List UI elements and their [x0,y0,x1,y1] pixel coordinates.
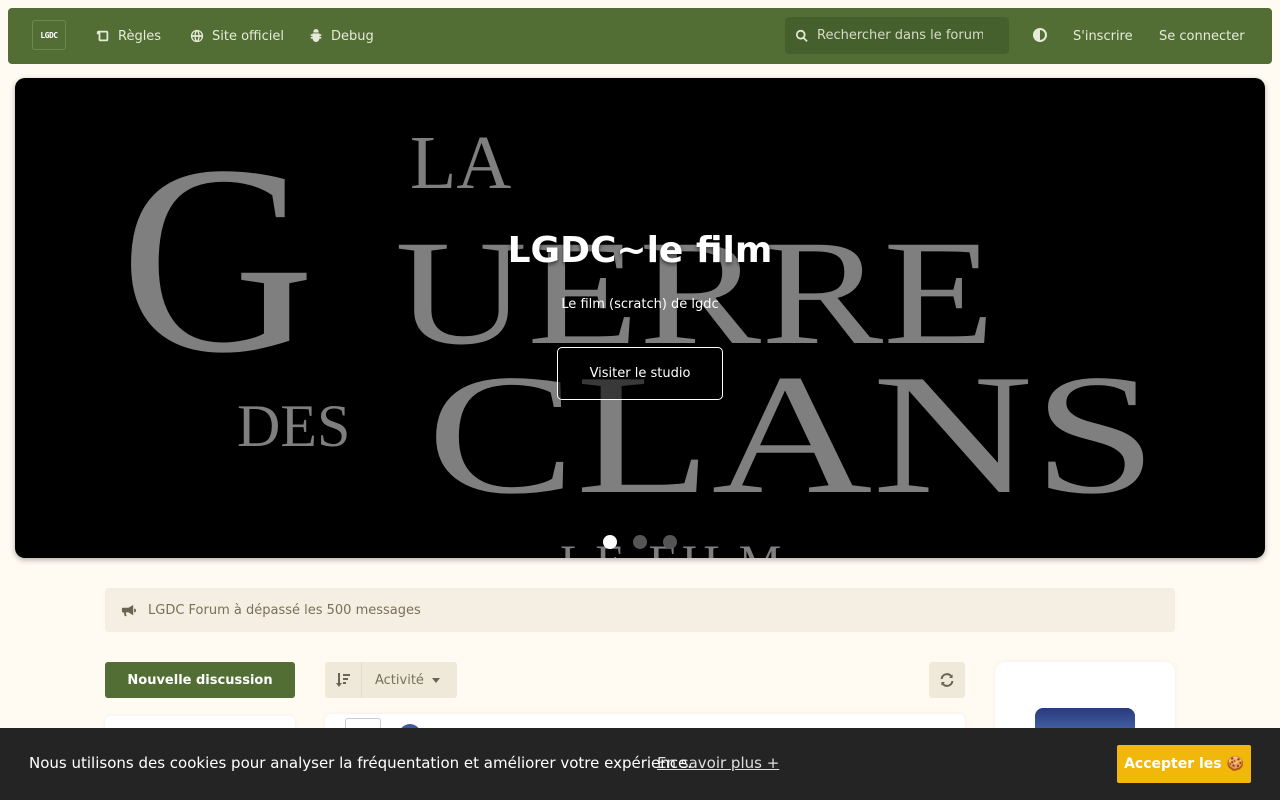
refresh-icon [940,673,954,687]
cookie-message: Nous utilisons des cookies pour analyser… [29,754,693,772]
scroll-icon [96,30,109,42]
bug-icon [310,29,322,43]
signup-link[interactable]: S'inscrire [1073,26,1133,46]
visit-studio-button[interactable]: Visiter le studio [557,347,723,400]
carousel-dot-2[interactable] [633,535,647,549]
hero-background-art: G LA UERRE DES CLANS LE FILM [120,110,1157,558]
refresh-button[interactable] [929,662,965,698]
hero-carousel: G LA UERRE DES CLANS LE FILM LGDC~le fil… [15,78,1265,558]
carousel-dot-3[interactable] [663,535,677,549]
search-input[interactable] [817,28,983,43]
chevron-down-icon [431,677,440,683]
sort-descending-icon [336,673,350,687]
globe-icon [190,29,204,43]
nav-link-rules[interactable]: Règles [96,26,161,46]
announcement-banner: LGDC Forum à dépassé les 500 messages [105,588,1175,632]
hero-art-clans: CLANS [427,340,1157,530]
nav-link-label: Debug [331,28,374,44]
cookie-accept-button[interactable]: Accepter les 🍪 [1117,745,1251,783]
megaphone-icon [121,604,136,616]
nav-link-official-site[interactable]: Site officiel [190,26,284,46]
nav-link-debug[interactable]: Debug [309,26,374,46]
carousel-dot-1[interactable] [603,535,617,549]
sort-dropdown-label: Activité [375,672,424,688]
login-link[interactable]: Se connecter [1159,26,1245,46]
site-logo[interactable]: LGDC [32,20,66,50]
cookie-learn-more-link[interactable]: En savoir plus + [657,754,779,772]
announcement-text: LGDC Forum à dépassé les 500 messages [148,602,421,618]
search-icon [796,29,808,42]
hero-subtitle: Le film (scratch) de lgdc [561,297,719,312]
cookie-consent-bar: Nous utilisons des cookies pour analyser… [0,728,1280,800]
sort-dropdown[interactable]: Activité [362,662,457,698]
hero-art-des: DES [237,393,350,459]
nav-link-label: Règles [118,28,162,44]
top-navbar: LGDC Règles Site officiel Debug S'inscri… [8,8,1272,64]
new-discussion-button[interactable]: Nouvelle discussion [105,662,295,698]
hero-art-la: LA [410,121,511,205]
theme-toggle-icon[interactable] [1033,28,1047,42]
sort-order-button[interactable] [325,662,362,698]
search-box[interactable] [785,17,1009,54]
nav-link-label: Site officiel [212,28,284,44]
sort-controls: Activité [325,662,457,698]
hero-title: LGDC~le film [507,230,773,271]
